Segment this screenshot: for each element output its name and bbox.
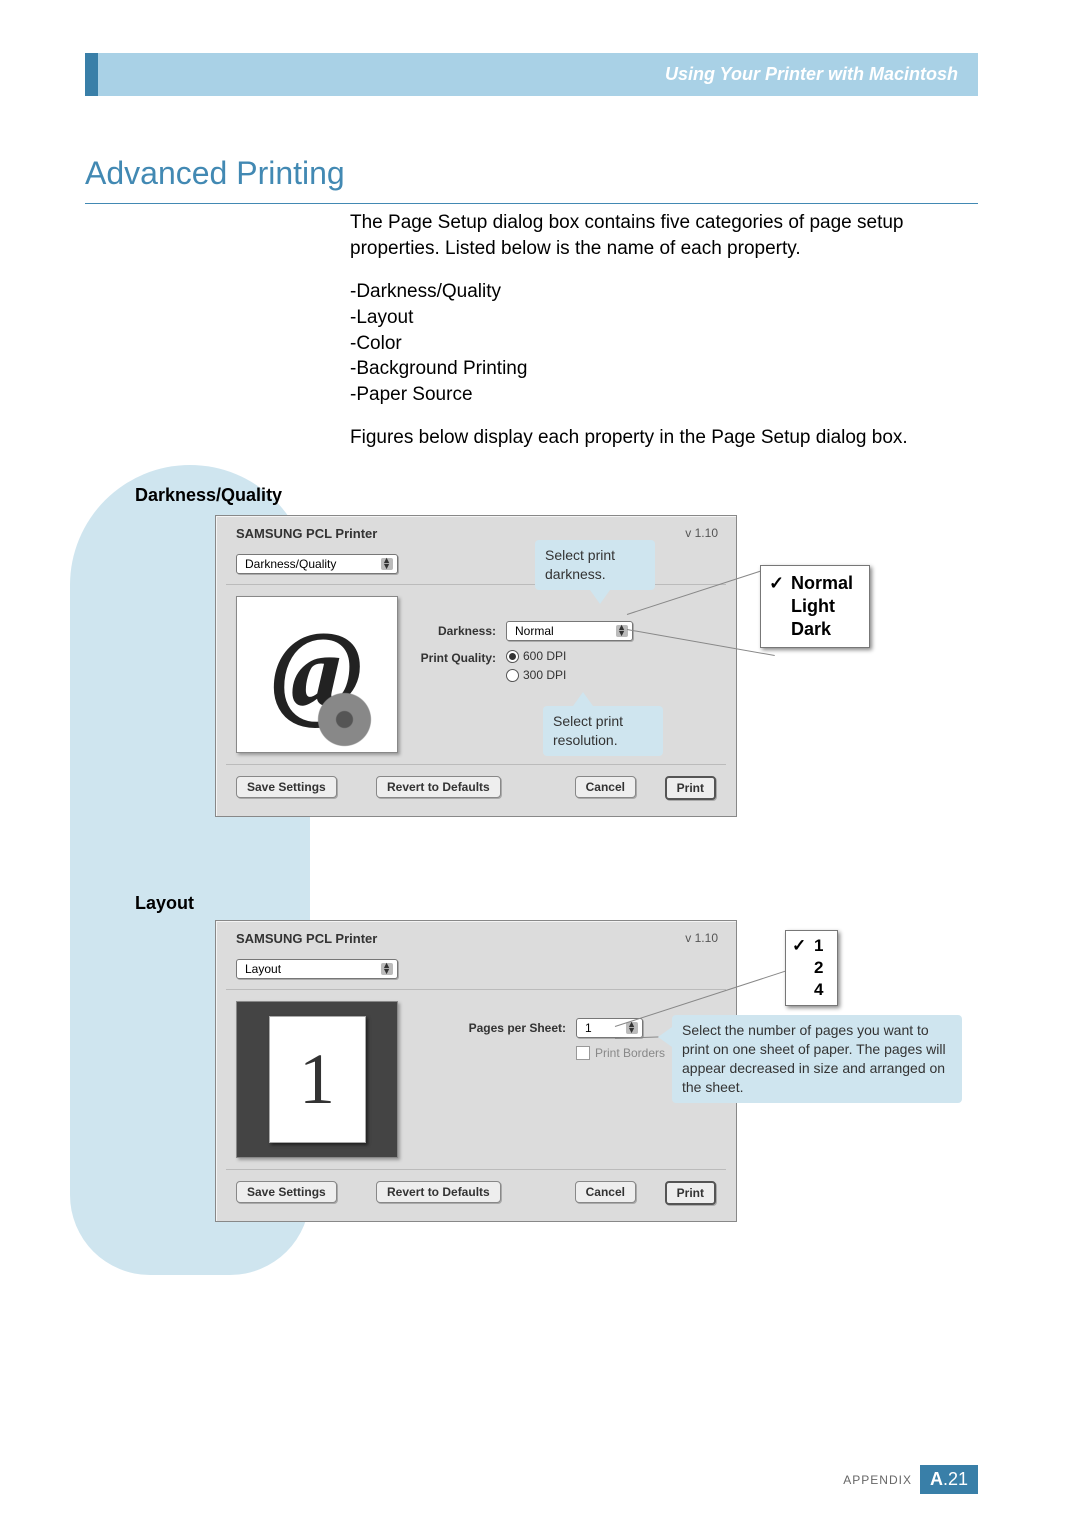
radio-label: 300 DPI <box>523 668 566 682</box>
print-borders-checkbox[interactable]: Print Borders <box>576 1046 665 1060</box>
preview-digit: 1 <box>299 1038 335 1121</box>
menu-item-light[interactable]: Light <box>769 595 853 618</box>
save-settings-button[interactable]: Save Settings <box>236 776 337 798</box>
checkbox-label: Print Borders <box>595 1046 665 1060</box>
menu-item-2[interactable]: 2 <box>792 957 823 979</box>
label-print-quality: Print Quality: <box>416 651 496 665</box>
updown-arrows-icon: ▲▼ <box>382 962 391 974</box>
menu-item-label: Dark <box>791 619 831 640</box>
page-title: Advanced Printing <box>85 155 345 192</box>
callout-resolution: Select print resolution. <box>543 706 663 756</box>
page-footer: APPENDIX A.21 <box>843 1465 978 1494</box>
radio-600dpi[interactable]: 600 DPI <box>506 649 566 663</box>
darkness-select[interactable]: Normal ▲▼ <box>506 621 633 641</box>
divider <box>226 1169 726 1170</box>
subhead-darkness-quality: Darkness/Quality <box>135 485 282 506</box>
menu-item-label: 4 <box>814 980 823 1000</box>
list-item: -Darkness/Quality <box>350 279 950 305</box>
header-accent <box>85 53 98 96</box>
list-item: -Layout <box>350 305 950 331</box>
checkbox-icon <box>576 1046 590 1060</box>
section-title: Using Your Printer with Macintosh <box>665 64 958 85</box>
radio-icon <box>506 669 519 682</box>
menu-item-label: Normal <box>791 573 853 594</box>
tab-select-value: Darkness/Quality <box>245 557 336 571</box>
version-label: v 1.10 <box>685 526 718 540</box>
flower-icon <box>317 692 372 747</box>
intro-paragraph: The Page Setup dialog box contains five … <box>350 210 950 261</box>
page-prefix: A <box>930 1469 943 1489</box>
menu-item-label: Light <box>791 596 835 617</box>
pps-value: 1 <box>585 1021 592 1035</box>
intro-after: Figures below display each property in t… <box>350 425 950 451</box>
preview-image: @ <box>236 596 398 753</box>
menu-item-4[interactable]: 4 <box>792 979 823 1001</box>
cancel-button[interactable]: Cancel <box>575 1181 636 1203</box>
callout-darkness: Select print darkness. <box>535 540 655 590</box>
page-number: .21 <box>943 1469 968 1489</box>
menu-item-label: 1 <box>814 936 823 956</box>
cancel-button[interactable]: Cancel <box>575 776 636 798</box>
divider <box>226 764 726 765</box>
updown-arrows-icon: ▲▼ <box>627 1021 636 1033</box>
list-item: -Color <box>350 331 950 357</box>
pages-per-sheet-select[interactable]: 1 ▲▼ <box>576 1018 643 1038</box>
page-number-box: A.21 <box>920 1465 978 1494</box>
header-bar: Using Your Printer with Macintosh <box>98 53 978 96</box>
layout-preview: 1 <box>236 1001 398 1158</box>
tab-select[interactable]: Darkness/Quality ▲▼ <box>236 554 398 574</box>
menu-item-1[interactable]: ✓1 <box>792 935 823 957</box>
revert-defaults-button[interactable]: Revert to Defaults <box>376 1181 501 1203</box>
print-button[interactable]: Print <box>665 776 716 800</box>
menu-item-dark[interactable]: Dark <box>769 618 853 641</box>
tab-select-value: Layout <box>245 962 281 976</box>
radio-label: 600 DPI <box>523 649 566 663</box>
label-darkness: Darkness: <box>416 624 496 638</box>
revert-defaults-button[interactable]: Revert to Defaults <box>376 776 501 798</box>
darkness-popup-menu[interactable]: ✓ Normal Light Dark <box>760 565 870 648</box>
list-item: -Paper Source <box>350 382 950 408</box>
properties-list: -Darkness/Quality -Layout -Color -Backgr… <box>350 279 950 407</box>
intro-text-block: The Page Setup dialog box contains five … <box>350 210 950 469</box>
check-icon: ✓ <box>792 936 808 956</box>
label-pages-per-sheet: Pages per Sheet: <box>446 1021 566 1035</box>
list-item: -Background Printing <box>350 356 950 382</box>
menu-item-label: 2 <box>814 958 823 978</box>
version-label: v 1.10 <box>685 931 718 945</box>
save-settings-button[interactable]: Save Settings <box>236 1181 337 1203</box>
darkness-value: Normal <box>515 624 554 638</box>
print-button[interactable]: Print <box>665 1181 716 1205</box>
updown-arrows-icon: ▲▼ <box>617 624 626 636</box>
printer-name: SAMSUNG PCL Printer <box>236 931 377 946</box>
tab-select[interactable]: Layout ▲▼ <box>236 959 398 979</box>
dialog-layout: SAMSUNG PCL Printer v 1.10 Layout ▲▼ 1 P… <box>215 920 737 1222</box>
check-icon: ✓ <box>769 573 785 594</box>
radio-300dpi[interactable]: 300 DPI <box>506 668 566 682</box>
printer-name: SAMSUNG PCL Printer <box>236 526 377 541</box>
title-rule <box>85 203 978 204</box>
preview-sheet-icon: 1 <box>269 1016 366 1143</box>
callout-pages-per-sheet: Select the number of pages you want to p… <box>672 1015 962 1103</box>
divider <box>226 989 726 990</box>
menu-item-normal[interactable]: ✓ Normal <box>769 572 853 595</box>
radio-icon <box>506 650 519 663</box>
dialog-darkness-quality: SAMSUNG PCL Printer v 1.10 Darkness/Qual… <box>215 515 737 817</box>
subhead-layout: Layout <box>135 893 194 914</box>
appendix-label: APPENDIX <box>843 1473 912 1487</box>
updown-arrows-icon: ▲▼ <box>382 557 391 569</box>
pages-popup-menu[interactable]: ✓1 2 4 <box>785 930 838 1006</box>
